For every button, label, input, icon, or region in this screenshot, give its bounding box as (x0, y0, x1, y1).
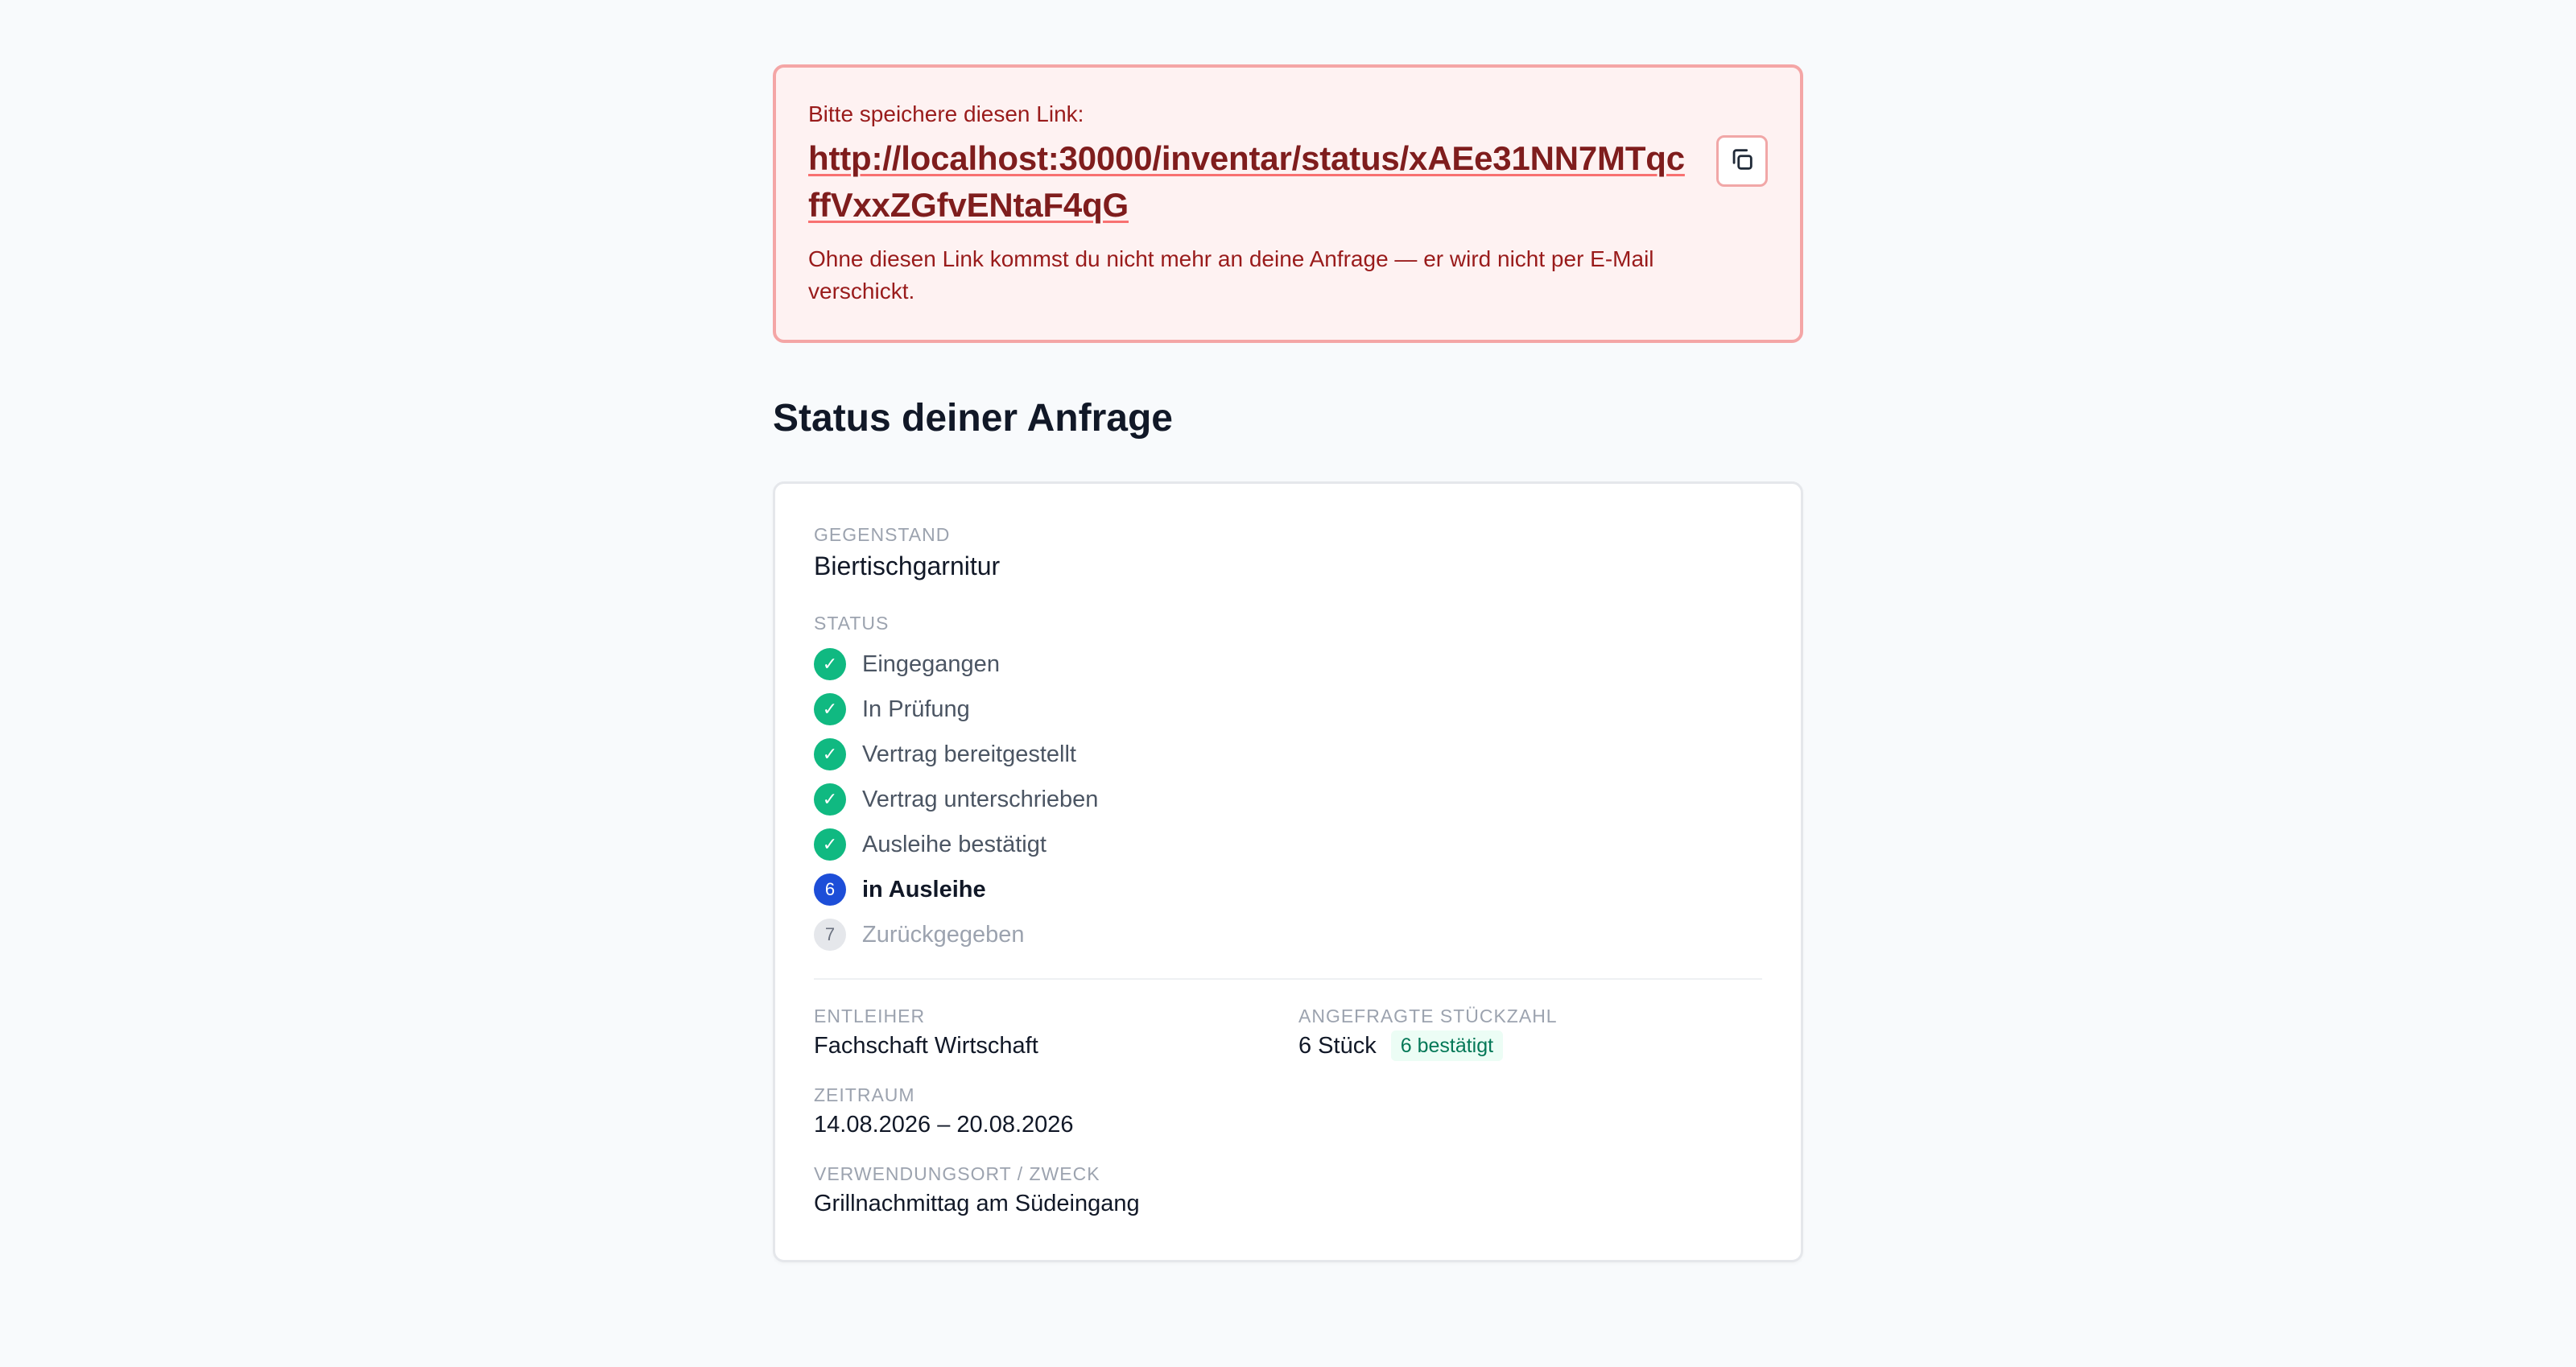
notice-note: Ohne diesen Link kommst du nicht mehr an… (808, 246, 1654, 304)
step-label: Vertrag unterschrieben (862, 786, 1099, 812)
quantity-row: 6 Stück 6 bestätigt (1298, 1030, 1762, 1062)
check-icon: ✓ (814, 828, 846, 861)
check-icon: ✓ (814, 693, 846, 725)
step-number-badge: 6 (814, 873, 846, 906)
step-label: Eingegangen (862, 650, 1000, 677)
step-label: Vertrag bereitgestellt (862, 741, 1076, 767)
save-link-notice: Bitte speichere diesen Link: http://loca… (773, 64, 1803, 343)
step-label: Zurückgegeben (862, 921, 1025, 948)
quantity-field: ANGEFRAGTE STÜCKZAHL 6 Stück 6 bestätigt (1298, 1004, 1762, 1062)
check-icon: ✓ (814, 648, 846, 680)
period-label: ZEITRAUM (814, 1084, 915, 1105)
period-field: ZEITRAUM 14.08.2026 – 20.08.2026 (814, 1083, 1298, 1141)
confirmed-badge: 6 bestätigt (1390, 1030, 1504, 1061)
copy-icon (1728, 146, 1756, 177)
status-step-ausleihe-bestaetigt: ✓ Ausleihe bestätigt (814, 822, 1762, 867)
item-name: Biertischgarnitur (814, 551, 1001, 580)
request-status-card: GEGENSTAND Biertischgarnitur STATUS ✓ Ei… (773, 481, 1803, 1262)
check-icon: ✓ (814, 738, 846, 770)
purpose-label: VERWENDUNGSORT / ZWECK (814, 1163, 1100, 1184)
borrower-field: ENTLEIHER Fachschaft Wirtschaft (814, 1004, 1298, 1062)
item-label: GEGENSTAND (814, 524, 951, 545)
quantity-value: 6 Stück (1298, 1033, 1377, 1059)
quantity-label: ANGEFRAGTE STÜCKZAHL (1298, 1006, 1558, 1026)
link-row: http://localhost:30000/inventar/status/x… (808, 135, 1768, 229)
status-step-vertrag-bereitgestellt: ✓ Vertrag bereitgestellt (814, 732, 1762, 777)
status-link[interactable]: http://localhost:30000/inventar/status/x… (808, 135, 1686, 229)
borrower-label: ENTLEIHER (814, 1006, 926, 1026)
page: Bitte speichere diesen Link: http://loca… (773, 0, 1803, 1262)
divider (814, 978, 1762, 980)
status-step-in-ausleihe: 6 in Ausleihe (814, 867, 1762, 912)
notice-intro: Bitte speichere diesen Link: (808, 101, 1084, 126)
empty-cell (1298, 1083, 1762, 1141)
status-step-zurueckgegeben: 7 Zurückgegeben (814, 912, 1762, 957)
status-steps: ✓ Eingegangen ✓ In Prüfung ✓ Vertrag ber… (814, 642, 1762, 957)
copy-link-button[interactable] (1716, 135, 1768, 187)
step-number-badge: 7 (814, 919, 846, 951)
period-value: 14.08.2026 – 20.08.2026 (814, 1112, 1074, 1138)
status-label: STATUS (814, 613, 890, 634)
purpose-value: Grillnachmittag am Südeingang (814, 1191, 1140, 1216)
step-label: in Ausleihe (862, 876, 986, 902)
page-title: Status deiner Anfrage (773, 397, 1173, 440)
request-details: ENTLEIHER Fachschaft Wirtschaft ANGEFRAG… (814, 1004, 1762, 1220)
step-label: Ausleihe bestätigt (862, 831, 1046, 857)
borrower-value: Fachschaft Wirtschaft (814, 1033, 1038, 1059)
step-label: In Prüfung (862, 696, 970, 722)
status-step-in-pruefung: ✓ In Prüfung (814, 687, 1762, 732)
check-icon: ✓ (814, 783, 846, 816)
status-step-eingegangen: ✓ Eingegangen (814, 642, 1762, 687)
status-step-vertrag-unterschrieben: ✓ Vertrag unterschrieben (814, 777, 1762, 822)
purpose-field: VERWENDUNGSORT / ZWECK Grillnachmittag a… (814, 1162, 1298, 1220)
